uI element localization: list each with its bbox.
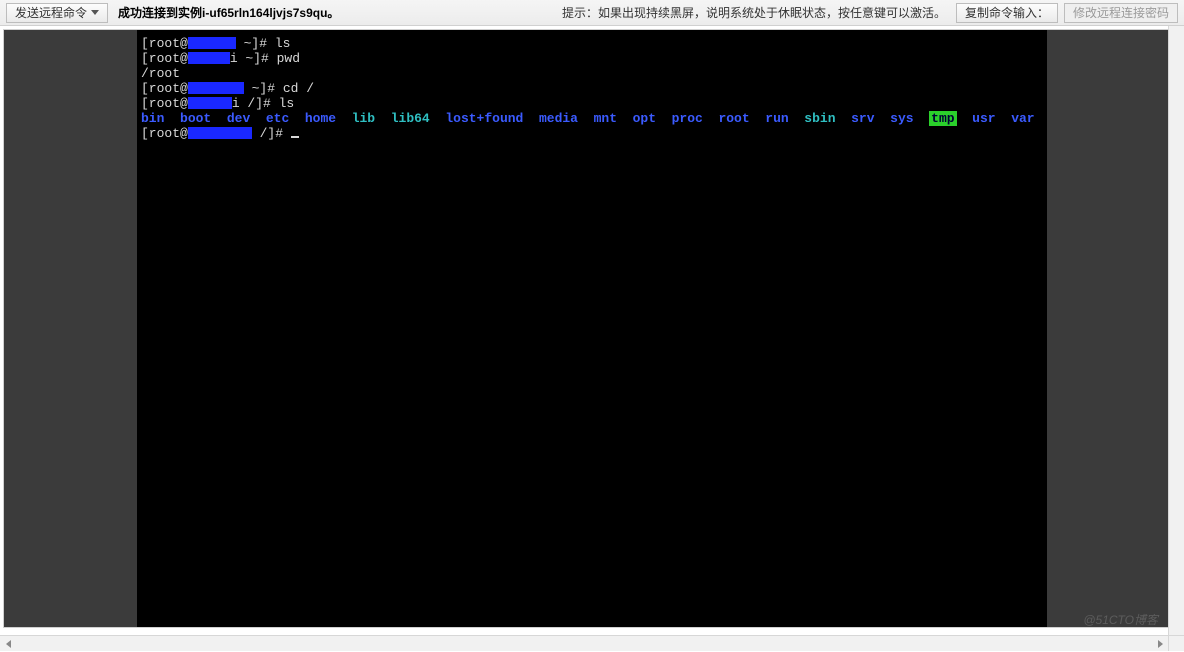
redacted-host [188, 52, 230, 64]
send-remote-cmd-button[interactable]: 发送远程命令 [6, 3, 108, 23]
arrow-left-icon [6, 640, 11, 648]
tmp-dir: tmp [929, 111, 956, 126]
copy-cmd-input-button[interactable]: 复制命令输入： [956, 3, 1058, 23]
change-password-button[interactable]: 修改远程连接密码 [1064, 3, 1178, 23]
viewer-border: [root@ ~]# ls [root@i ~]# pwd /root [roo… [3, 29, 1181, 628]
viewer-area: [root@ ~]# ls [root@i ~]# pwd /root [roo… [0, 26, 1184, 631]
term-line-1: [root@ ~]# ls [141, 36, 1043, 51]
redacted-host [188, 127, 252, 139]
change-password-label: 修改远程连接密码 [1073, 4, 1169, 21]
redacted-host [188, 82, 244, 94]
term-line-7: [root@ /]# [141, 126, 1043, 141]
term-line-6-ls-output: bin boot dev etc home lib lib64 lost+fou… [141, 111, 1043, 126]
scrollbar-track[interactable] [16, 636, 1152, 652]
send-remote-cmd-label: 发送远程命令 [15, 4, 87, 21]
top-toolbar: 发送远程命令 成功连接到实例i-uf65rln164ljvjs7s9qu。 提示… [0, 0, 1184, 26]
scroll-left-button[interactable] [0, 636, 16, 652]
copy-cmd-input-label: 复制命令输入： [965, 4, 1049, 21]
cursor-icon [291, 136, 299, 138]
term-line-3: /root [141, 66, 1043, 81]
connection-status: 成功连接到实例i-uf65rln164ljvjs7s9qu。 [118, 4, 339, 21]
caret-down-icon [91, 10, 99, 15]
term-line-2: [root@i ~]# pwd [141, 51, 1043, 66]
horizontal-scrollbar[interactable] [0, 635, 1168, 651]
scroll-right-button[interactable] [1152, 636, 1168, 652]
terminal[interactable]: [root@ ~]# ls [root@i ~]# pwd /root [roo… [137, 30, 1047, 627]
scrollbar-corner [1168, 635, 1184, 651]
redacted-host [188, 97, 232, 109]
arrow-right-icon [1158, 640, 1163, 648]
redacted-host [188, 37, 236, 49]
hint-text: 提示：如果出现持续黑屏，说明系统处于休眠状态，按任意键可以激活。 [562, 4, 946, 21]
term-line-5: [root@i /]# ls [141, 96, 1043, 111]
vertical-scrollbar[interactable] [1168, 26, 1184, 635]
term-line-4: [root@ ~]# cd / [141, 81, 1043, 96]
